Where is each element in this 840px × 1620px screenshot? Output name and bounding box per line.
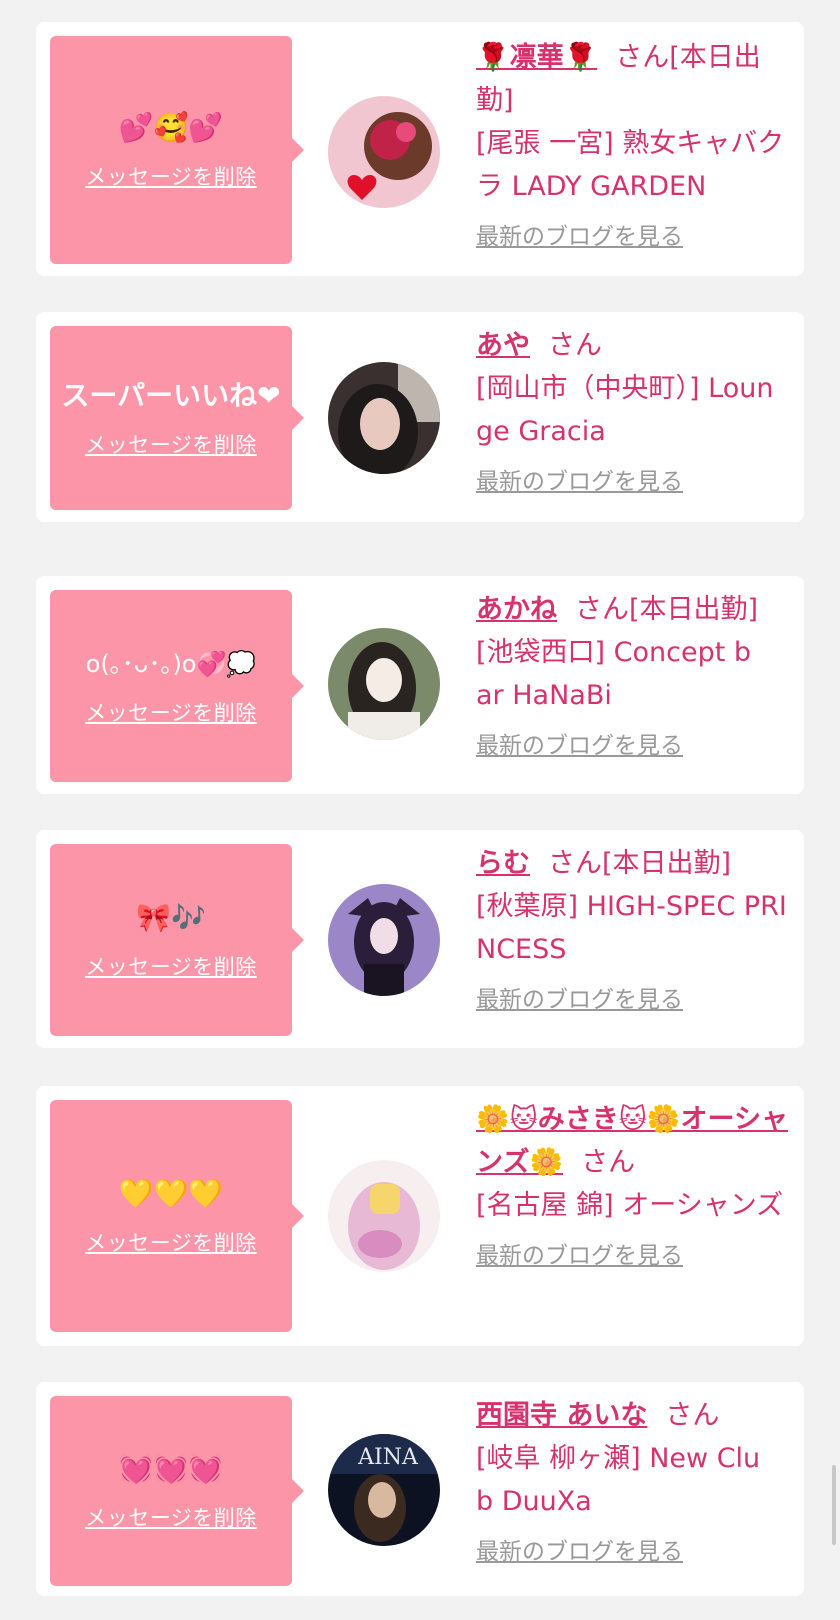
cast-name-link[interactable]: あかね [476, 594, 557, 625]
latest-blog-link[interactable]: 最新のブログを見る [476, 979, 683, 1022]
shop-info: [岐阜 柳ヶ瀬] New Club DuuXa [476, 1443, 761, 1517]
latest-blog-link[interactable]: 最新のブログを見る [476, 461, 683, 504]
message-bubble: 🎀🎶 メッセージを削除 [50, 844, 304, 1036]
latest-blog-link[interactable]: 最新のブログを見る [476, 1531, 683, 1574]
delete-message-link[interactable]: メッセージを削除 [85, 161, 257, 191]
honorific: さん [615, 42, 670, 73]
cast-info: あや さん [岡山市（中央町）] Lounge Gracia 最新のブログを見る [476, 324, 796, 504]
cast-info: 🌹凛華🌹 さん[本日出勤] [尾張 一宮] 熟女キャバクラ LADY GARDEN… [476, 36, 796, 259]
shop-info: [秋葉原] HIGH-SPEC PRINCESS [476, 891, 787, 965]
message-card: 💕🥰💕 メッセージを削除 🌹凛華🌹 さん[本日出勤] [尾張 一宮] 熟女キャバク… [36, 22, 804, 276]
avatar-image [328, 628, 440, 740]
avatar[interactable] [328, 884, 440, 996]
cast-info: らむ さん[本日出勤] [秋葉原] HIGH-SPEC PRINCESS 最新のブ… [476, 842, 796, 1022]
attendance-status: [本日出勤] [602, 848, 732, 879]
message-card: 🎀🎶 メッセージを削除 らむ さん[本日出勤] [秋葉原] HIGH-SPEC P… [36, 830, 804, 1048]
shop-info: [尾張 一宮] 熟女キャバクラ LADY GARDEN [476, 128, 785, 202]
avatar[interactable] [328, 628, 440, 740]
avatar-image: AINA [328, 1434, 440, 1546]
message-text: o(｡･ᴗ･｡)o💞💭 [85, 650, 257, 678]
scrollbar[interactable] [832, 1465, 836, 1545]
message-text: 💕🥰💕 [118, 111, 224, 144]
cast-name-link[interactable]: 🌹凛華🌹 [476, 42, 597, 73]
message-bubble: 💓💓💓 メッセージを削除 [50, 1396, 304, 1586]
message-text: 💛💛💛 [118, 1177, 224, 1210]
message-text: 🎀🎶 [136, 901, 206, 934]
name-line: 西園寺 あいな さん [476, 1394, 796, 1437]
honorific: さん [548, 330, 602, 361]
cast-name-link[interactable]: あや [476, 330, 530, 361]
message-text: スーパーいいね❤ [61, 379, 281, 412]
message-bubble: 💛💛💛 メッセージを削除 [50, 1100, 304, 1332]
name-line: あかね さん[本日出勤] [476, 588, 796, 631]
cast-info: あかね さん[本日出勤] [池袋西口] Concept bar HaNaBi 最新… [476, 588, 796, 768]
message-card: 💓💓💓 メッセージを削除 AINA 西園寺 あいな さん [岐阜 柳ヶ瀬] New… [36, 1382, 804, 1596]
message-text: 💓💓💓 [118, 1452, 224, 1485]
avatar-image [328, 1160, 440, 1272]
avatar-image [328, 96, 440, 208]
cast-info: 西園寺 あいな さん [岐阜 柳ヶ瀬] New Club DuuXa 最新のブログ… [476, 1394, 796, 1574]
delete-message-link[interactable]: メッセージを削除 [85, 951, 257, 981]
message-bubble: スーパーいいね❤ メッセージを削除 [50, 326, 304, 510]
avatar[interactable] [328, 1160, 440, 1272]
cast-name-link[interactable]: 西園寺 あいな [476, 1400, 647, 1431]
message-list: 💕🥰💕 メッセージを削除 🌹凛華🌹 さん[本日出勤] [尾張 一宮] 熟女キャバク… [0, 0, 840, 1620]
attendance-status: [本日出勤] [629, 594, 759, 625]
honorific: さん [581, 1147, 636, 1178]
cast-info: 🌼🐱みさき🐱🌼オーシャンズ🌼 さん [名古屋 錦] オーシャンズ 最新のブログを見… [476, 1098, 796, 1278]
latest-blog-link[interactable]: 最新のブログを見る [476, 216, 683, 259]
latest-blog-link[interactable]: 最新のブログを見る [476, 725, 683, 768]
shop-info: [岡山市（中央町）] Lounge Gracia [476, 373, 774, 447]
honorific: さん [665, 1400, 720, 1431]
message-card: o(｡･ᴗ･｡)o💞💭 メッセージを削除 あかね さん[本日出勤] [池袋西口] … [36, 576, 804, 794]
message-card: スーパーいいね❤ メッセージを削除 あや さん [岡山市（中央町）] Lounge… [36, 312, 804, 522]
avatar-logo-text: AINA [357, 1445, 419, 1470]
honorific: さん [548, 848, 602, 879]
delete-message-link[interactable]: メッセージを削除 [85, 1227, 257, 1257]
delete-message-link[interactable]: メッセージを削除 [85, 429, 257, 459]
avatar[interactable] [328, 96, 440, 208]
delete-message-link[interactable]: メッセージを削除 [85, 1502, 257, 1532]
name-line: 🌼🐱みさき🐱🌼オーシャンズ🌼 さん [476, 1098, 796, 1184]
honorific: さん [575, 594, 629, 625]
message-card: 💛💛💛 メッセージを削除 🌼🐱みさき🐱🌼オーシャンズ🌼 さん [名古屋 錦] オー… [36, 1086, 804, 1346]
name-line: あや さん [476, 324, 796, 367]
avatar[interactable] [328, 362, 440, 474]
name-line: らむ さん[本日出勤] [476, 842, 796, 885]
message-bubble: 💕🥰💕 メッセージを削除 [50, 36, 304, 264]
message-bubble: o(｡･ᴗ･｡)o💞💭 メッセージを削除 [50, 590, 304, 782]
avatar[interactable]: AINA [328, 1434, 440, 1546]
avatar-image [328, 362, 440, 474]
avatar-image [328, 884, 440, 996]
latest-blog-link[interactable]: 最新のブログを見る [476, 1235, 683, 1278]
cast-name-link[interactable]: らむ [476, 848, 530, 879]
name-line: 🌹凛華🌹 さん[本日出勤] [476, 36, 796, 122]
delete-message-link[interactable]: メッセージを削除 [85, 697, 257, 727]
shop-info: [池袋西口] Concept bar HaNaBi [476, 637, 752, 711]
shop-info: [名古屋 錦] オーシャンズ [476, 1190, 784, 1221]
